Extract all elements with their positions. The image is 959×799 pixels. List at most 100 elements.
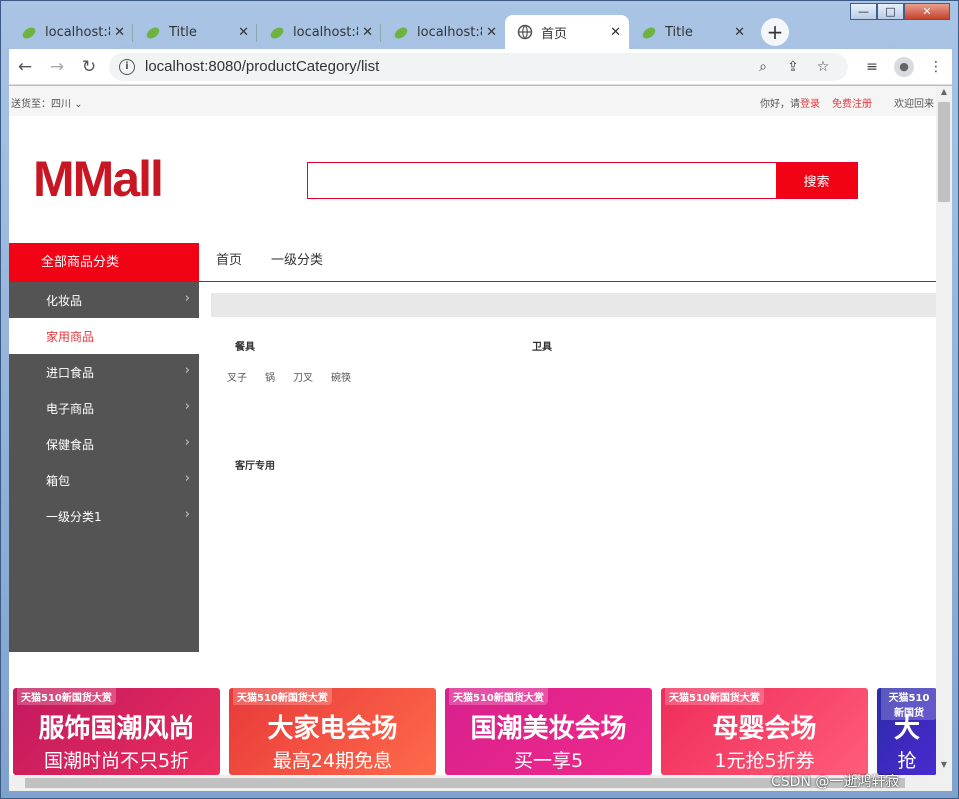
subcategory-item[interactable]: 锅	[265, 369, 275, 384]
chevron-right-icon: ›	[184, 291, 190, 306]
tab-4-active[interactable]: 首页 ✕	[505, 15, 629, 49]
tab-title: localhost:8	[417, 24, 483, 40]
sidebar-item-health-food[interactable]: 保健食品 ›	[9, 426, 199, 462]
sidebar-item-label: 家用商品	[46, 329, 95, 344]
subcategory-group-title[interactable]: 餐具	[235, 338, 351, 353]
banner-headline: 大家电会场	[267, 714, 398, 744]
menu-kebab-icon[interactable]: ⋮	[920, 59, 952, 75]
chevron-right-icon: ›	[184, 399, 190, 414]
tab-2[interactable]: localhost:8 ✕	[257, 15, 381, 49]
address-bar[interactable]: i localhost:8080/productCategory/list ⌕ …	[109, 52, 848, 81]
promo-banner[interactable]: 天猫510新国货大赏 大家电会场 最高24期免息	[229, 688, 436, 775]
banner-subline: 最高24期免息	[272, 750, 393, 772]
site-topbar: 送货至：四川 ⌄ 你好，请 登录 免费注册 欢迎回来	[9, 86, 936, 116]
banner-tag: 天猫510新国货大赏	[17, 688, 116, 705]
chevron-right-icon: ›	[184, 507, 190, 522]
search-input[interactable]	[308, 163, 776, 198]
reading-list-icon[interactable]: ≡	[856, 59, 888, 75]
tab-5[interactable]: Title ✕	[629, 15, 753, 49]
sidebar-item-electronics[interactable]: 电子商品 ›	[9, 390, 199, 426]
tab-title: Title	[665, 24, 693, 40]
nav-link-home[interactable]: 首页	[216, 243, 242, 279]
category-sidebar: 化妆品 › 家用商品 进口食品 › 电子商品 › 保健食品 › 箱包 › 一级分类1 ›	[9, 282, 199, 652]
main-nav: 全部商品分类 首页 一级分类	[9, 243, 936, 282]
delivery-location[interactable]: 送货至：四川 ⌄	[11, 95, 83, 110]
topbar-right: 你好，请 登录 免费注册 欢迎回来	[760, 95, 934, 110]
sidebar-item-household[interactable]: 家用商品	[9, 318, 199, 354]
zoom-icon[interactable]: ⌕	[748, 59, 778, 75]
subcategory-item[interactable]: 碗筷	[331, 369, 351, 384]
leaf-icon	[22, 27, 36, 39]
promo-banner[interactable]: 天猫510新国货 大 抢	[877, 688, 936, 775]
sidebar-item-label: 保健食品	[46, 437, 95, 452]
new-tab-button[interactable]: +	[761, 18, 789, 46]
globe-icon	[517, 24, 533, 40]
sidebar-item-label: 化妆品	[46, 293, 83, 308]
sidebar-item-cosmetics[interactable]: 化妆品 ›	[9, 282, 199, 318]
greeting-text: 你好，请	[760, 99, 800, 110]
banner-tag: 天猫510新国货大赏	[449, 688, 548, 705]
subcategory-group-title[interactable]: 客厅专用	[235, 457, 275, 472]
nav-link-level1[interactable]: 一级分类	[271, 243, 323, 279]
subcategory-item[interactable]: 叉子	[227, 369, 247, 384]
sidebar-item-imported-food[interactable]: 进口食品 ›	[9, 354, 199, 390]
tab-title: localhost:8	[45, 24, 111, 40]
search-box: 搜索	[307, 162, 858, 199]
scroll-down-icon[interactable]: ▼	[936, 760, 952, 774]
tab-title: 首页	[541, 26, 568, 42]
promo-banner[interactable]: 天猫510新国货大赏 母婴会场 1元抢5折券	[661, 688, 868, 775]
info-icon[interactable]: i	[119, 58, 135, 75]
close-tab-icon[interactable]: ✕	[610, 25, 621, 40]
banner-subline: 买一享5	[513, 750, 584, 772]
vertical-scrollbar[interactable]: ▲ ▼	[936, 86, 952, 775]
back-button[interactable]: ←	[9, 51, 41, 83]
register-link[interactable]: 免费注册	[832, 95, 872, 110]
banner-tag: 天猫510新国货大赏	[665, 688, 764, 705]
sidebar-item-bags[interactable]: 箱包 ›	[9, 462, 199, 498]
subcategory-group-title[interactable]: 卫具	[532, 338, 552, 353]
banner-headline: 母婴会场	[712, 714, 817, 744]
promo-banner[interactable]: 天猫510新国货大赏 国潮美妆会场 买一享5	[445, 688, 652, 775]
csdn-watermark: CSDN @一逝鸿轩寂	[771, 774, 900, 790]
chevron-right-icon: ›	[184, 471, 190, 486]
close-tab-icon[interactable]: ✕	[238, 25, 249, 40]
welcome-text: 欢迎回来	[894, 99, 934, 110]
share-icon[interactable]: ⇪	[778, 59, 808, 75]
tab-1[interactable]: Title ✕	[133, 15, 257, 49]
login-link[interactable]: 登录	[800, 95, 820, 110]
sidebar-item-level1-category[interactable]: 一级分类1 ›	[9, 498, 199, 534]
vertical-scroll-thumb[interactable]	[938, 102, 950, 202]
close-tab-icon[interactable]: ✕	[486, 25, 497, 40]
site-logo[interactable]: MMall	[33, 150, 164, 208]
profile-avatar-icon[interactable]: ●	[894, 56, 914, 77]
tab-strip: localhost:8 ✕ Title ✕ localhost:8 ✕ loca…	[9, 13, 953, 49]
tab-0[interactable]: localhost:8 ✕	[9, 15, 133, 49]
leaf-icon	[394, 27, 408, 39]
subcategory-panel-header	[211, 293, 936, 317]
banner-headline: 大	[893, 714, 920, 744]
tab-3[interactable]: localhost:8 ✕	[381, 15, 505, 49]
chevron-right-icon: ›	[184, 363, 190, 378]
subcategory-item[interactable]: 刀叉	[293, 369, 313, 384]
forward-button[interactable]: →	[41, 51, 73, 83]
url-text[interactable]: localhost:8080/productCategory/list	[145, 58, 748, 75]
nav-links: 首页 一级分类	[216, 243, 323, 279]
all-categories-header[interactable]: 全部商品分类	[9, 243, 199, 282]
promo-banner-row: 天猫510新国货大赏 服饰国潮风尚 国潮时尚不只5折 天猫510新国货大赏 大家…	[9, 688, 936, 775]
search-button[interactable]: 搜索	[776, 163, 857, 198]
scroll-up-icon[interactable]: ▲	[936, 87, 952, 101]
close-tab-icon[interactable]: ✕	[362, 25, 373, 40]
promo-banner[interactable]: 天猫510新国货大赏 服饰国潮风尚 国潮时尚不只5折	[13, 688, 220, 775]
banner-subline: 1元抢5折券	[714, 750, 815, 772]
subcategory-group: 卫具	[524, 338, 552, 353]
banner-subline: 抢	[897, 750, 917, 772]
banner-subline: 国潮时尚不只5折	[43, 750, 190, 772]
sidebar-item-label: 进口食品	[46, 365, 95, 380]
close-tab-icon[interactable]: ✕	[734, 25, 745, 40]
reload-button[interactable]: ↻	[73, 51, 105, 83]
star-icon[interactable]: ☆	[808, 59, 838, 75]
banner-headline: 服饰国潮风尚	[38, 714, 195, 744]
leaf-icon	[270, 27, 284, 39]
close-tab-icon[interactable]: ✕	[114, 25, 125, 40]
banner-headline: 国潮美妆会场	[470, 714, 627, 744]
